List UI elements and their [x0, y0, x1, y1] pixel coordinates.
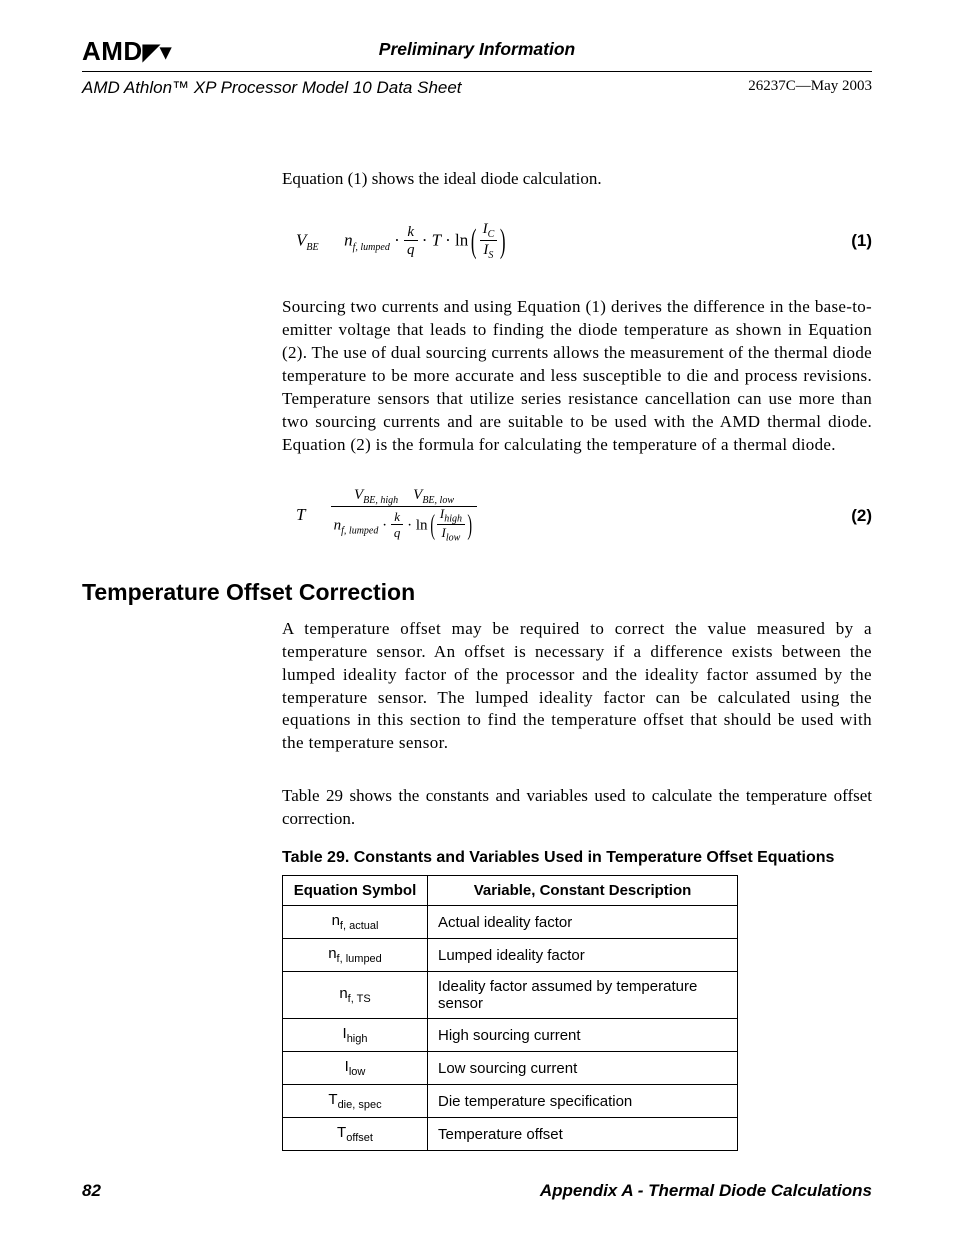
symbol-cell: Ihigh	[283, 1019, 428, 1052]
document-reference: 26237C—May 2003	[748, 78, 872, 95]
equation-2-number: (2)	[851, 506, 872, 526]
main-body: Equation (1) shows the ideal diode calcu…	[282, 168, 872, 545]
appendix-label: Appendix A - Thermal Diode Calculations	[540, 1181, 872, 1201]
page-number: 82	[82, 1181, 101, 1201]
symbol-cell: nf, TS	[283, 972, 428, 1019]
paragraph-eq1-desc: Sourcing two currents and using Equation…	[282, 296, 872, 457]
table-row: Tdie, specDie temperature specification	[283, 1085, 738, 1118]
description-cell: Low sourcing current	[428, 1052, 738, 1085]
eq1-Is-sub: S	[488, 250, 493, 261]
header-rule	[82, 71, 872, 72]
eq2-Vl: V	[413, 487, 422, 503]
equation-1: VBE nf, lumped · k q · T · ln( IC IS ) (…	[296, 221, 872, 262]
table-header-symbol: Equation Symbol	[283, 876, 428, 906]
eq2-n-sub: f, lumped	[341, 525, 378, 536]
eq2-Vl-sub: BE, low	[422, 495, 454, 506]
paragraph-intro: Equation (1) shows the ideal diode calcu…	[282, 168, 872, 191]
page-header: AMD◤▾ Preliminary Information AMD Athlon…	[82, 36, 872, 98]
table-header-description: Variable, Constant Description	[428, 876, 738, 906]
eq2-Ih-sub: high	[444, 513, 462, 524]
eq1-vbe-sub: BE	[306, 242, 318, 253]
eq1-k: k	[404, 224, 418, 242]
eq1-Ic-sub: C	[488, 229, 495, 240]
eq1-q: q	[404, 241, 418, 259]
symbol-cell: Ilow	[283, 1052, 428, 1085]
eq1-kq-fraction: k q	[404, 224, 418, 260]
header-title-row: AMD Athlon™ XP Processor Model 10 Data S…	[82, 78, 872, 98]
amd-logo: AMD◤▾	[82, 36, 172, 67]
equation-1-number: (1)	[851, 231, 872, 251]
section-heading-temperature-offset: Temperature Offset Correction	[82, 579, 872, 606]
eq2-Vh-sub: BE, high	[363, 495, 398, 506]
equation-1-expression: VBE nf, lumped · k q · T · ln( IC IS )	[296, 221, 509, 262]
paragraph-offset-intro: A temperature offset may be required to …	[282, 618, 872, 756]
table-header-row: Equation Symbol Variable, Constant Descr…	[283, 876, 738, 906]
table-row: nf, TSIdeality factor assumed by tempera…	[283, 972, 738, 1019]
table-row: IhighHigh sourcing current	[283, 1019, 738, 1052]
paragraph-table-intro: Table 29 shows the constants and variabl…	[282, 785, 872, 831]
description-cell: Actual ideality factor	[428, 906, 738, 939]
table-29: Equation Symbol Variable, Constant Descr…	[282, 875, 738, 1151]
equation-2: T VBE, high VBE, low nf, lumped · k q ·	[296, 487, 872, 545]
eq1-ln: ln	[455, 230, 468, 249]
eq2-k: k	[391, 510, 404, 525]
page-footer: 82 Appendix A - Thermal Diode Calculatio…	[82, 1181, 872, 1201]
eq1-n-var: n	[344, 230, 353, 249]
eq2-Il-sub: low	[446, 533, 460, 544]
description-cell: Die temperature specification	[428, 1085, 738, 1118]
amd-logo-text: AMD	[82, 36, 143, 66]
symbol-cell: Tdie, spec	[283, 1085, 428, 1118]
preliminary-banner: Preliminary Information	[379, 39, 575, 60]
eq2-kq-fraction: k q	[391, 510, 404, 541]
table-row: IlowLow sourcing current	[283, 1052, 738, 1085]
eq2-main-fraction: VBE, high VBE, low nf, lumped · k q · ln…	[331, 487, 478, 545]
eq1-T: T	[432, 230, 441, 249]
eq2-current-fraction: Ihigh Ilow	[437, 507, 465, 545]
table-29-caption: Table 29. Constants and Variables Used i…	[282, 849, 872, 867]
eq2-T: T	[296, 505, 305, 524]
eq1-current-fraction: IC IS	[480, 221, 498, 262]
description-cell: Ideality factor assumed by temperature s…	[428, 972, 738, 1019]
table-row: ToffsetTemperature offset	[283, 1118, 738, 1151]
eq2-Vh: V	[354, 487, 363, 503]
eq1-vbe-var: V	[296, 230, 306, 249]
symbol-cell: nf, lumped	[283, 939, 428, 972]
description-cell: Lumped ideality factor	[428, 939, 738, 972]
table-row: nf, lumpedLumped ideality factor	[283, 939, 738, 972]
table-row: nf, actualActual ideality factor	[283, 906, 738, 939]
description-cell: High sourcing current	[428, 1019, 738, 1052]
symbol-cell: nf, actual	[283, 906, 428, 939]
eq2-ln: ln	[416, 517, 428, 533]
section-body: A temperature offset may be required to …	[282, 618, 872, 1152]
eq1-n-sub: f, lumped	[353, 242, 390, 253]
equation-2-expression: T VBE, high VBE, low nf, lumped · k q ·	[296, 487, 477, 545]
description-cell: Temperature offset	[428, 1118, 738, 1151]
eq2-q: q	[391, 525, 404, 541]
symbol-cell: Toffset	[283, 1118, 428, 1151]
document-title: AMD Athlon™ XP Processor Model 10 Data S…	[82, 78, 462, 97]
amd-logo-arrow-icon: ◤▾	[143, 39, 172, 64]
